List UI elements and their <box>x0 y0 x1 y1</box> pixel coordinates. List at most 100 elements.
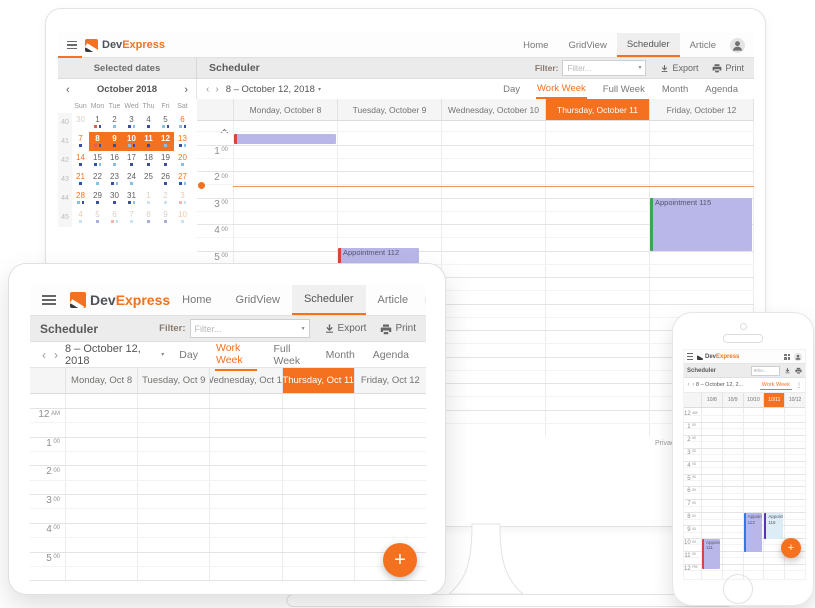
filter-select[interactable]: Filter... ▼ <box>751 366 780 376</box>
calendar-day[interactable]: 4 <box>140 113 157 132</box>
calendar-day[interactable]: 7 <box>123 208 140 227</box>
nav-tab-scheduler[interactable]: Scheduler <box>617 33 680 57</box>
calendar-day[interactable]: 4 <box>72 208 89 227</box>
calendar-day[interactable]: 8 <box>89 132 106 151</box>
caret-down-icon[interactable]: ▾ <box>161 351 164 358</box>
calendar-day[interactable]: 8 <box>140 208 157 227</box>
appointment[interactable]: Appointment 115 <box>650 198 752 251</box>
user-avatar-icon[interactable] <box>794 353 802 361</box>
view-tab-work-week[interactable]: Work Week <box>536 80 587 99</box>
print-button[interactable]: Print <box>712 63 744 73</box>
view-tab-full-week[interactable]: Full Week <box>273 340 309 370</box>
view-tab-day[interactable]: Day <box>502 81 521 98</box>
calendar-day[interactable]: 30 <box>72 113 89 132</box>
caret-down-icon[interactable]: ▼ <box>754 369 778 373</box>
calendar-next-icon[interactable]: › <box>176 84 196 96</box>
apps-grid-icon[interactable] <box>784 354 790 360</box>
devexpress-logo[interactable]: DevExpress <box>85 39 165 52</box>
view-tab-work-week[interactable]: Work Week <box>760 380 792 390</box>
user-avatar-icon[interactable] <box>730 38 745 53</box>
calendar-prev-icon[interactable]: ‹ <box>58 84 78 96</box>
calendar-day[interactable]: 5 <box>89 208 106 227</box>
nav-tab-article[interactable]: Article <box>680 33 726 57</box>
view-tab-day[interactable]: Day <box>178 346 199 364</box>
calendar-day[interactable]: 21 <box>72 170 89 189</box>
calendar-day[interactable]: 13 <box>174 132 191 151</box>
calendar-day[interactable]: 5 <box>157 113 174 132</box>
calendar-day[interactable]: 7 <box>72 132 89 151</box>
appointment[interactable] <box>234 134 336 145</box>
calendar-day[interactable]: 20 <box>174 151 191 170</box>
view-tab-month[interactable]: Month <box>325 346 356 364</box>
calendar-day[interactable]: 31 <box>123 189 140 208</box>
add-appointment-button[interactable]: + <box>383 543 417 577</box>
nav-tab-home[interactable]: Home <box>513 33 558 57</box>
menu-icon[interactable] <box>687 353 693 360</box>
filter-select[interactable]: ▼ <box>190 319 310 338</box>
user-avatar-icon[interactable] <box>425 291 426 309</box>
calendar-day[interactable]: 14 <box>72 151 89 170</box>
appointment[interactable]: Appointment 116 <box>764 513 782 538</box>
calendar-day[interactable]: 6 <box>106 208 123 227</box>
more-menu-icon[interactable]: ⋮ <box>796 382 802 389</box>
devexpress-logo[interactable]: DevExpress <box>697 354 739 360</box>
caret-down-icon[interactable]: ▼ <box>301 326 306 332</box>
date-range-label[interactable]: 8 – October 12, 2018 <box>65 343 158 367</box>
calendar-day[interactable]: 1 <box>89 113 106 132</box>
nav-tab-gridview[interactable]: GridView <box>224 285 292 315</box>
nav-tab-home[interactable]: Home <box>170 285 223 315</box>
caret-down-icon[interactable]: ▼ <box>638 65 643 71</box>
add-appointment-button[interactable]: + <box>781 538 801 558</box>
view-tab-agenda[interactable]: Agenda <box>704 81 739 98</box>
calendar-day[interactable]: 12 <box>157 132 174 151</box>
calendar-day[interactable]: 25 <box>140 170 157 189</box>
calendar-day[interactable]: 26 <box>157 170 174 189</box>
calendar-day[interactable]: 22 <box>89 170 106 189</box>
calendar-day[interactable]: 2 <box>157 189 174 208</box>
filter-select[interactable]: ▼ <box>562 60 646 76</box>
calendar-day[interactable]: 3 <box>123 113 140 132</box>
calendar-day[interactable]: 9 <box>157 208 174 227</box>
export-button[interactable]: Export <box>324 323 367 334</box>
filter-input[interactable] <box>563 61 645 75</box>
filter-input[interactable] <box>191 320 309 337</box>
calendar-day[interactable]: 3 <box>174 189 191 208</box>
view-tab-full-week[interactable]: Full Week <box>602 81 646 98</box>
nav-tab-article[interactable]: Article <box>366 285 421 315</box>
date-range-label[interactable]: 8 – October 12, 2... <box>696 382 743 388</box>
export-button[interactable] <box>784 367 791 374</box>
calendar-day[interactable]: 24 <box>123 170 140 189</box>
view-tab-month[interactable]: Month <box>661 81 689 98</box>
calendar-day[interactable]: 30 <box>106 189 123 208</box>
calendar-day[interactable]: 10 <box>123 132 140 151</box>
appointment[interactable]: Appointment 113 <box>744 513 762 551</box>
view-tab-work-week[interactable]: Work Week <box>215 339 257 371</box>
date-prev-icon[interactable]: ‹ <box>38 348 50 362</box>
calendar-day[interactable]: 16 <box>106 151 123 170</box>
calendar-day[interactable]: 10 <box>174 208 191 227</box>
print-button[interactable]: Print <box>380 323 416 335</box>
calendar-day[interactable]: 27 <box>174 170 191 189</box>
date-range-label[interactable]: 8 – October 12, 2018 <box>226 84 315 95</box>
view-tab-agenda[interactable]: Agenda <box>372 346 410 364</box>
calendar-day[interactable]: 9 <box>106 132 123 151</box>
calendar-day[interactable]: 18 <box>140 151 157 170</box>
date-next-icon[interactable]: › <box>50 348 62 362</box>
print-button[interactable] <box>795 367 802 374</box>
devexpress-logo[interactable]: DevExpress <box>70 292 170 308</box>
nav-tab-scheduler[interactable]: Scheduler <box>292 285 366 315</box>
appointment[interactable]: Appointment 111 <box>702 539 720 569</box>
nav-tab-gridview[interactable]: GridView <box>558 33 616 57</box>
tablet-time-grid[interactable]: 12AM100200300400500600 <box>30 394 426 581</box>
export-button[interactable]: Export <box>660 63 698 73</box>
calendar-day[interactable]: 1 <box>140 189 157 208</box>
calendar-day[interactable]: 29 <box>89 189 106 208</box>
caret-down-icon[interactable]: ▾ <box>318 86 321 93</box>
calendar-day[interactable]: 23 <box>106 170 123 189</box>
calendar-day[interactable]: 17 <box>123 151 140 170</box>
calendar-day[interactable]: 6 <box>174 113 191 132</box>
phone-home-button[interactable] <box>723 574 753 604</box>
menu-icon[interactable] <box>67 41 77 50</box>
date-prev-icon[interactable]: ‹ <box>203 84 212 95</box>
calendar-day[interactable]: 2 <box>106 113 123 132</box>
